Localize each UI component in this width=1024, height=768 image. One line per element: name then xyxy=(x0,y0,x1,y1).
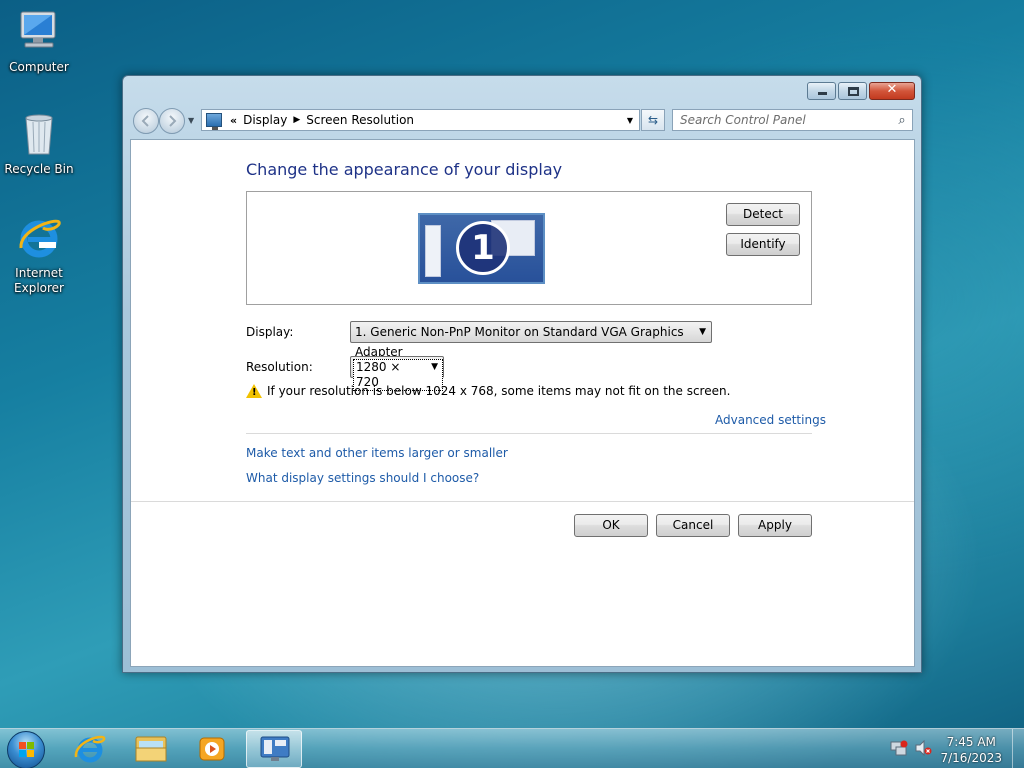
identify-button[interactable]: Identify xyxy=(726,233,800,256)
warning-exclamation-icon: ! xyxy=(252,387,257,398)
forward-button[interactable] xyxy=(159,108,185,134)
search-box[interactable]: ⌕ xyxy=(672,109,913,131)
start-button[interactable] xyxy=(7,731,45,768)
clock-date: 7/16/2023 xyxy=(940,751,1002,765)
taskbar-media-player[interactable] xyxy=(184,730,240,768)
control-panel-icon xyxy=(206,113,222,130)
show-desktop-button[interactable] xyxy=(1012,729,1024,768)
folder-icon xyxy=(135,736,167,762)
search-input[interactable] xyxy=(680,111,892,129)
display-settings-icon xyxy=(260,736,290,761)
ok-button[interactable]: OK xyxy=(574,514,648,537)
clock[interactable]: 7:45 AM 7/16/2023 xyxy=(940,734,1002,766)
taskbar-screen-resolution[interactable] xyxy=(246,730,302,768)
address-dropdown-icon[interactable]: ▼ xyxy=(627,116,633,125)
monitor-panel: 1 Detect Identify xyxy=(246,191,812,305)
volume-muted-icon[interactable] xyxy=(914,739,932,757)
page-title: Change the appearance of your display xyxy=(246,160,563,179)
refresh-icon: ⇆ xyxy=(647,113,659,127)
apply-button[interactable]: Apply xyxy=(738,514,812,537)
cancel-button[interactable]: Cancel xyxy=(656,514,730,537)
media-player-icon xyxy=(199,737,225,761)
breadcrumb-display[interactable]: Display xyxy=(243,113,287,127)
maximize-icon xyxy=(848,87,859,96)
monitor-1-icon[interactable]: 1 xyxy=(418,213,545,284)
screen-resolution-window: ✕ ▼ « Display ▶ Screen Resolution ▼ ⇆ ⌕ … xyxy=(122,75,922,673)
minimize-icon xyxy=(818,92,827,95)
resolution-warning: If your resolution is below 1024 x 768, … xyxy=(267,384,731,398)
desktop-icon-label: Recycle Bin xyxy=(4,162,74,176)
text-size-link[interactable]: Make text and other items larger or smal… xyxy=(246,446,508,460)
content-area: Change the appearance of your display 1 … xyxy=(130,139,915,667)
taskbar-internet-explorer[interactable] xyxy=(62,730,118,768)
search-icon[interactable]: ⌕ xyxy=(892,113,912,128)
clock-time: 7:45 AM xyxy=(946,735,996,749)
display-settings-help-link[interactable]: What display settings should I choose? xyxy=(246,471,479,485)
internet-explorer-icon xyxy=(15,214,63,262)
desktop-icon-label: Internet Explorer xyxy=(14,266,64,295)
desktop-icon-computer[interactable]: Computer xyxy=(1,8,77,75)
monitor-number: 1 xyxy=(456,221,510,275)
breadcrumb-overflow[interactable]: « xyxy=(230,114,237,127)
close-button[interactable]: ✕ xyxy=(869,82,915,100)
desktop-icon-recycle-bin[interactable]: Recycle Bin xyxy=(1,110,77,177)
resolution-select[interactable]: 1280 × 720 ▼ xyxy=(350,356,444,391)
recycle-bin-icon xyxy=(15,110,63,158)
advanced-settings-link[interactable]: Advanced settings xyxy=(715,413,826,427)
windows-logo-icon xyxy=(19,742,35,758)
back-button[interactable] xyxy=(133,108,159,134)
divider xyxy=(131,501,914,502)
computer-icon xyxy=(15,8,63,56)
refresh-button[interactable]: ⇆ xyxy=(641,109,665,131)
minimize-button[interactable] xyxy=(807,82,836,100)
arrow-left-icon xyxy=(141,115,149,127)
display-select[interactable]: 1. Generic Non-PnP Monitor on Standard V… xyxy=(350,321,712,359)
resolution-label: Resolution: xyxy=(246,360,313,374)
arrow-right-icon xyxy=(169,115,177,127)
detect-button[interactable]: Detect xyxy=(726,203,800,226)
maximize-button[interactable] xyxy=(838,82,867,100)
network-icon[interactable] xyxy=(890,740,908,756)
monitor-window-left xyxy=(425,225,441,277)
display-label: Display: xyxy=(246,325,294,339)
desktop-icon-internet-explorer[interactable]: Internet Explorer xyxy=(1,214,77,296)
display-select-value: 1. Generic Non-PnP Monitor on Standard V… xyxy=(355,325,684,359)
desktop-icon-label: Computer xyxy=(9,60,69,74)
breadcrumb-arrow-icon[interactable]: ▶ xyxy=(293,115,300,125)
taskbar-windows-explorer[interactable] xyxy=(123,730,179,768)
address-bar[interactable]: « Display ▶ Screen Resolution ▼ xyxy=(201,109,640,131)
internet-explorer-icon xyxy=(74,735,106,763)
chevron-down-icon: ▼ xyxy=(431,362,438,372)
divider xyxy=(246,433,812,434)
close-icon: ✕ xyxy=(886,82,898,97)
recent-pages-dropdown[interactable]: ▼ xyxy=(188,116,194,125)
window-controls: ✕ xyxy=(807,82,915,100)
taskbar: 7:45 AM 7/16/2023 xyxy=(0,728,1024,768)
chevron-down-icon: ▼ xyxy=(699,327,706,337)
breadcrumb-screen-resolution[interactable]: Screen Resolution xyxy=(306,113,414,127)
